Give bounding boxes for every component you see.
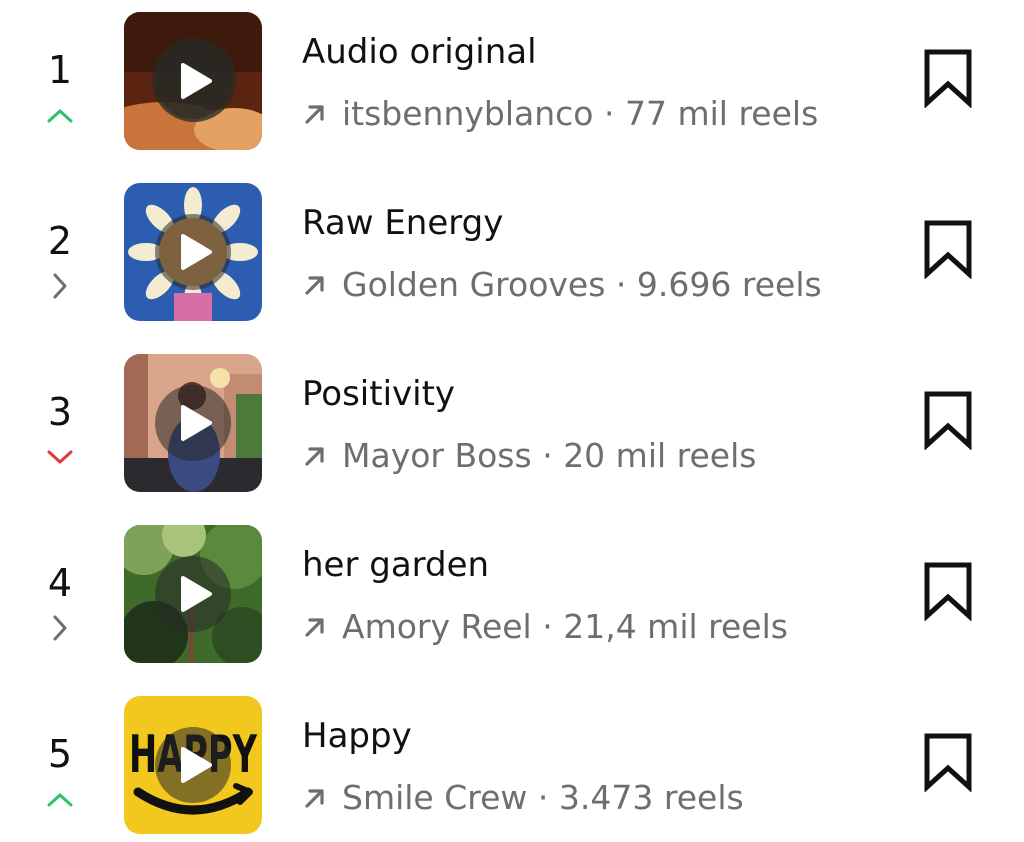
audio-thumbnail[interactable]: HAPPY bbox=[124, 696, 262, 834]
arrow-up-right-icon bbox=[305, 789, 324, 808]
play-button[interactable] bbox=[155, 385, 231, 461]
separator: · bbox=[537, 778, 549, 817]
audio-thumbnail[interactable] bbox=[124, 183, 262, 321]
play-button[interactable] bbox=[155, 43, 231, 119]
audio-thumbnail[interactable] bbox=[124, 525, 262, 663]
artist-name[interactable]: Amory Reel bbox=[342, 607, 532, 646]
arrow-up-right-icon bbox=[305, 618, 324, 637]
rank-number: 1 bbox=[47, 48, 73, 92]
separator: · bbox=[615, 265, 627, 304]
bookmark-icon[interactable] bbox=[922, 219, 974, 279]
play-button[interactable] bbox=[155, 556, 231, 632]
artist-name[interactable]: itsbennyblanco bbox=[342, 94, 594, 133]
rank-number: 3 bbox=[47, 390, 73, 434]
play-icon bbox=[181, 576, 212, 612]
list-item[interactable]: 4 her garden Amory Reel · 21,4 mil reels bbox=[0, 513, 1024, 673]
bookmark-icon[interactable] bbox=[922, 732, 974, 792]
arrow-up-right-icon bbox=[305, 447, 324, 466]
separator: · bbox=[542, 436, 553, 475]
reels-count: 20 mil reels bbox=[563, 436, 757, 475]
play-icon bbox=[181, 63, 212, 99]
play-icon bbox=[181, 234, 212, 270]
audio-title[interactable]: her garden bbox=[302, 545, 489, 585]
artist-name[interactable]: Mayor Boss bbox=[342, 436, 532, 475]
audio-title[interactable]: Happy bbox=[302, 716, 412, 756]
audio-title[interactable]: Audio original bbox=[302, 32, 537, 72]
audio-meta: itsbennyblanco · 77 mil reels bbox=[302, 94, 818, 134]
artist-name[interactable]: Smile Crew bbox=[342, 778, 527, 817]
bookmark-icon[interactable] bbox=[922, 48, 974, 108]
list-item[interactable]: 1 Audio original itsbennyblanco · 77 mil… bbox=[0, 0, 1024, 160]
trend-down-icon bbox=[47, 450, 73, 464]
trend-up-icon bbox=[47, 109, 73, 123]
artist-name[interactable]: Golden Grooves bbox=[342, 265, 605, 304]
rank-number: 4 bbox=[47, 561, 73, 605]
audio-thumbnail[interactable] bbox=[124, 12, 262, 150]
list-item[interactable]: 2 Raw Energy Golden Grooves · 9.696 reel… bbox=[0, 171, 1024, 331]
audio-meta: Golden Grooves · 9.696 reels bbox=[302, 265, 822, 305]
play-button[interactable] bbox=[155, 727, 231, 803]
separator: · bbox=[542, 607, 553, 646]
arrow-up-right-icon bbox=[305, 105, 324, 124]
audio-meta: Smile Crew · 3.473 reels bbox=[302, 778, 744, 818]
audio-title[interactable]: Positivity bbox=[302, 374, 455, 414]
audio-trend-list: 1 Audio original itsbennyblanco · 77 mil… bbox=[0, 0, 1024, 842]
list-item[interactable]: 3 Positivity Mayor Boss · 20 mil reels bbox=[0, 342, 1024, 502]
rank-number: 5 bbox=[47, 732, 73, 776]
bookmark-icon[interactable] bbox=[922, 390, 974, 450]
play-icon bbox=[181, 405, 212, 441]
chevron-right-icon bbox=[53, 273, 67, 299]
audio-meta: Amory Reel · 21,4 mil reels bbox=[302, 607, 788, 647]
play-button[interactable] bbox=[155, 214, 231, 290]
chevron-right-icon bbox=[53, 615, 67, 641]
rank-number: 2 bbox=[47, 219, 73, 263]
arrow-up-right-icon bbox=[305, 276, 324, 295]
play-icon bbox=[181, 747, 212, 783]
reels-count: 21,4 mil reels bbox=[563, 607, 788, 646]
audio-title[interactable]: Raw Energy bbox=[302, 203, 503, 243]
reels-count: 3.473 reels bbox=[558, 778, 744, 817]
reels-count: 77 mil reels bbox=[625, 94, 819, 133]
audio-thumbnail[interactable] bbox=[124, 354, 262, 492]
list-item[interactable]: 5 HAPPY Happy Smile Crew · 3.473 reels bbox=[0, 684, 1024, 842]
separator: · bbox=[604, 94, 615, 133]
reels-count: 9.696 reels bbox=[636, 265, 822, 304]
trend-up-icon bbox=[47, 793, 73, 807]
bookmark-icon[interactable] bbox=[922, 561, 974, 621]
audio-meta: Mayor Boss · 20 mil reels bbox=[302, 436, 756, 476]
